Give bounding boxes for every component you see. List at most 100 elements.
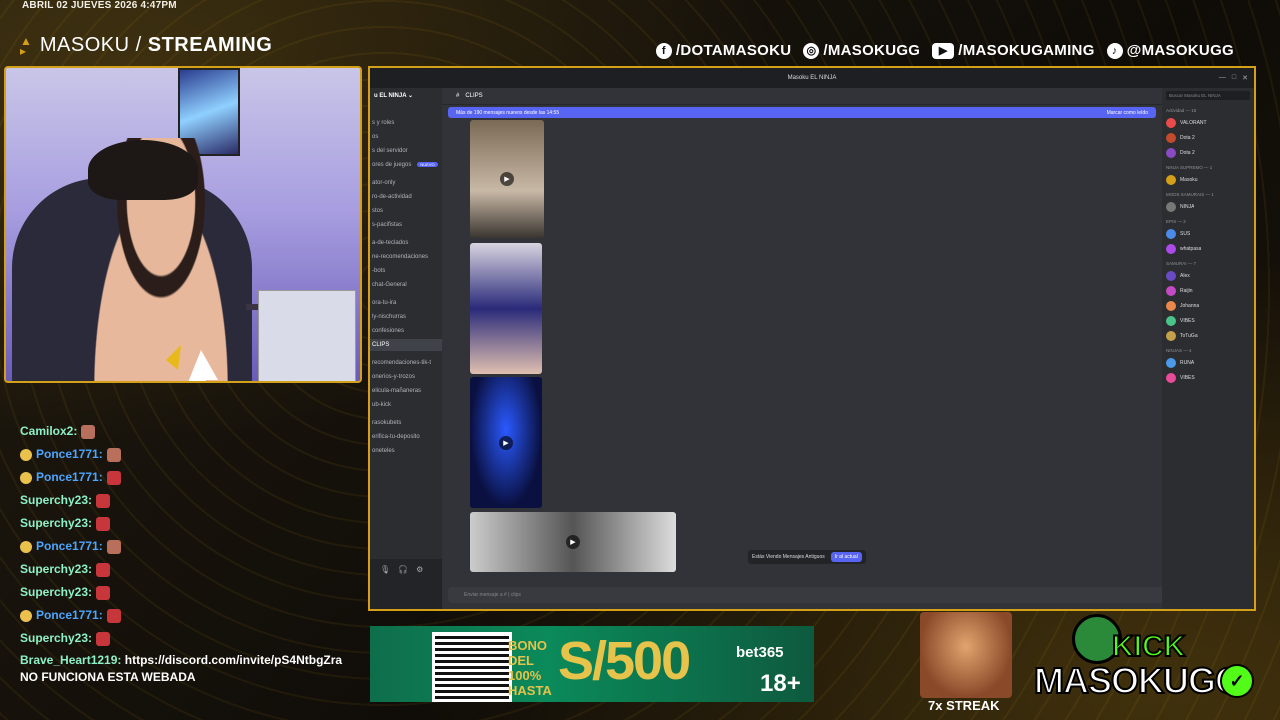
image-attachment[interactable] <box>470 243 542 374</box>
chat-message: Ponce1771: <box>20 466 360 489</box>
member-item[interactable]: ToTuGa <box>1162 328 1254 343</box>
headphones-icon[interactable]: 🎧 <box>398 565 408 574</box>
channel-item[interactable]: ator-only <box>370 177 442 189</box>
avatar <box>1166 201 1176 212</box>
new-messages-banner[interactable]: Más de 190 mensajes nuevos desde las 14:… <box>448 107 1156 118</box>
emote-icon <box>96 493 111 508</box>
discord-window: Masoku EL NINJA — □ ✕ u EL NINJA ⌄ s y r… <box>368 66 1256 611</box>
video-attachment[interactable]: ▶ <box>470 512 676 572</box>
channel-item[interactable]: ub-kick <box>370 399 442 411</box>
member-item[interactable]: VIBES <box>1162 313 1254 328</box>
avatar <box>1166 372 1176 383</box>
video-attachment[interactable]: ▶ <box>470 120 544 238</box>
channel-item[interactable]: -bots <box>370 265 442 277</box>
member-name: VALORANT <box>1180 119 1207 126</box>
member-section: Actividad — 15 <box>1166 108 1197 113</box>
channel-item[interactable]: elicula-mañaneras <box>370 385 442 397</box>
window-controls: — □ ✕ <box>1219 74 1248 82</box>
play-icon[interactable]: ▶ <box>500 172 514 186</box>
avatar <box>1166 285 1176 296</box>
message-input[interactable]: Enviar mensaje a # | clips <box>448 587 1170 603</box>
mark-read-button[interactable]: Marcar como leído <box>1107 110 1148 116</box>
member-section: MODS SAMURAIS — 1 <box>1166 192 1214 197</box>
chat-username[interactable]: Ponce1771: <box>36 604 103 627</box>
chat-username[interactable]: Ponce1771: <box>36 466 103 489</box>
emote-icon <box>106 539 121 554</box>
mic-icon[interactable]: 🎙 <box>380 565 390 574</box>
emote-icon <box>96 631 111 646</box>
member-item[interactable]: VIBES <box>1162 370 1254 385</box>
chat-username[interactable]: Superchy23: <box>20 558 92 581</box>
sub-badge-icon <box>20 609 32 622</box>
chat-username[interactable]: Ponce1771: <box>36 535 103 558</box>
channel-item[interactable]: rasokubets <box>370 417 442 429</box>
channel-item[interactable]: recomendaciones-tik-t <box>370 357 442 369</box>
ad-brand: bet365 <box>736 644 784 661</box>
channel-item[interactable]: ora-tu-ira <box>370 297 442 309</box>
emote-icon <box>96 562 111 577</box>
chat-username[interactable]: Superchy23: <box>20 627 92 650</box>
minimize-icon[interactable]: — <box>1219 74 1226 82</box>
channel-item[interactable]: chat-General <box>370 279 442 291</box>
kick-label: KICK <box>1111 629 1186 664</box>
channel-item[interactable]: s del servidor <box>370 145 442 157</box>
member-item[interactable]: Dota 2 <box>1162 130 1254 145</box>
channel-item[interactable]: onerios-y-trozos <box>370 371 442 383</box>
chat-message: Superchy23: <box>20 627 360 650</box>
channel-item[interactable]: CLIPS <box>370 339 442 351</box>
social-youtube: ▶/MASOKUGAMING <box>932 42 1094 59</box>
channel-item[interactable]: os <box>370 131 442 143</box>
chat-username[interactable]: Superchy23: <box>20 512 92 535</box>
channel-item[interactable]: s-pacifistas <box>370 219 442 231</box>
channel-item[interactable]: ro-de-actividad <box>370 191 442 203</box>
channel-item[interactable]: ores de juegos NUEVO <box>370 159 442 171</box>
channel-item[interactable]: stos <box>370 205 442 217</box>
channel-item[interactable]: erifica-tu-deposito <box>370 431 442 443</box>
member-item[interactable]: VALORANT <box>1162 115 1254 130</box>
member-item[interactable]: NINJA <box>1162 199 1254 214</box>
social-facebook: f/DOTAMASOKU <box>655 42 792 59</box>
channel-item[interactable]: confesiones <box>370 325 442 337</box>
chat-username[interactable]: Superchy23: <box>20 489 92 512</box>
chat-username[interactable]: Camilox2: <box>20 420 77 443</box>
member-item[interactable]: Johanna <box>1162 298 1254 313</box>
chat-username[interactable]: Brave_Heart1219: <box>20 653 121 667</box>
channel-item[interactable]: ly-nischurras <box>370 311 442 323</box>
emote-icon <box>96 585 111 600</box>
gear-icon[interactable]: ⚙ <box>416 565 423 574</box>
message-area: # CLIPS Más de 190 mensajes nuevos desde… <box>442 88 1170 609</box>
jump-present-button[interactable]: Ir al actual <box>830 552 862 562</box>
mini-fridge <box>258 290 356 381</box>
member-item[interactable]: Dota 2 <box>1162 145 1254 160</box>
member-item[interactable]: SUS <box>1162 226 1254 241</box>
member-item[interactable]: Masoku <box>1162 172 1254 187</box>
play-icon[interactable]: ▶ <box>499 435 513 450</box>
channel-item[interactable]: s y roles <box>370 117 442 129</box>
video-attachment[interactable]: ▶ <box>470 377 542 508</box>
channel-item[interactable]: ne-recomendaciones <box>370 251 442 263</box>
member-name: whatpasa <box>1180 245 1202 252</box>
ad-age: 18+ <box>760 670 801 697</box>
chat-username[interactable]: Ponce1771: <box>36 443 103 466</box>
play-icon[interactable]: ▶ <box>566 535 580 549</box>
member-item[interactable]: whatpasa <box>1162 241 1254 256</box>
ad-amount: S/500 <box>558 631 691 691</box>
maximize-icon[interactable]: □ <box>1232 74 1236 82</box>
search-input[interactable]: Buscar Masoku EL NINJA <box>1166 91 1250 100</box>
channel-sidebar: u EL NINJA ⌄ s y roles os s del servidor or… <box>370 88 442 609</box>
sub-badge-icon <box>20 471 32 484</box>
chat-message: Superchy23: <box>20 512 360 535</box>
member-item[interactable]: Raijin <box>1162 283 1254 298</box>
channel-item[interactable]: oneteles <box>370 445 442 457</box>
member-section: EPIS — 2 <box>1166 219 1186 224</box>
chat-username[interactable]: Superchy23: <box>20 581 92 604</box>
close-icon[interactable]: ✕ <box>1242 74 1248 82</box>
facebook-icon: f <box>655 42 672 59</box>
member-name: VIBES <box>1180 374 1195 381</box>
server-name[interactable]: u EL NINJA ⌄ <box>370 88 442 103</box>
member-item[interactable]: RUNA <box>1162 355 1254 370</box>
member-item[interactable]: Alex <box>1162 268 1254 283</box>
channel-item[interactable]: a-de-teclados <box>370 237 442 249</box>
channel-list: s y roles os s del servidor ores de juegos N… <box>370 117 442 457</box>
avatar <box>1166 243 1176 254</box>
